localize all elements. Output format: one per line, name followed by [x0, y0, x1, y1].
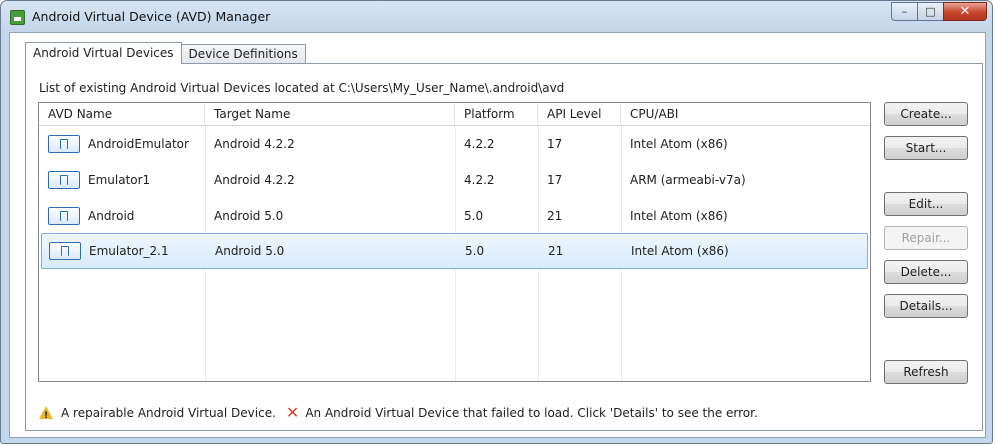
cell-api-level: 21: [547, 209, 563, 223]
avd-manager-app-icon: [10, 10, 25, 25]
avd-manager-window: Android Virtual Device (AVD) Manager – □…: [0, 0, 993, 444]
cell-platform: 4.2.2: [464, 137, 495, 151]
avd-device-icon: [49, 242, 81, 260]
warning-icon: [39, 406, 53, 425]
close-icon: ✕: [959, 4, 971, 19]
maximize-icon: □: [925, 5, 936, 18]
maximize-button[interactable]: □: [917, 2, 943, 21]
column-header-target-name[interactable]: Target Name: [205, 103, 455, 125]
cell-cpu-abi: Intel Atom (x86): [630, 209, 728, 223]
start-button[interactable]: Start...: [884, 136, 968, 160]
column-header-api-level[interactable]: API Level: [538, 103, 621, 125]
details-button[interactable]: Details...: [884, 294, 968, 318]
column-header-avd-name[interactable]: AVD Name: [39, 103, 205, 125]
avd-location-label: List of existing Android Virtual Devices…: [39, 81, 565, 95]
cell-avd-name: AndroidEmulator: [88, 137, 189, 151]
create-button[interactable]: Create...: [884, 102, 968, 126]
column-header-platform[interactable]: Platform: [455, 103, 538, 125]
cell-cpu-abi: ARM (armeabi-v7a): [630, 173, 746, 187]
error-x-icon: ✕: [285, 403, 300, 422]
table-header: AVD Name Target Name Platform API Level …: [39, 103, 870, 126]
window-title: Android Virtual Device (AVD) Manager: [32, 9, 271, 24]
table-row-selected[interactable]: Emulator_2.1 Android 5.0 5.0 21 Intel At…: [41, 233, 868, 269]
cell-avd-name: Android: [88, 209, 135, 223]
table-row[interactable]: AndroidEmulator Android 4.2.2 4.2.2 17 I…: [39, 126, 870, 162]
avd-device-icon: [48, 171, 80, 189]
cell-avd-name: Emulator1: [88, 173, 151, 187]
tab-device-definitions[interactable]: Device Definitions: [180, 44, 306, 64]
avd-device-icon: [48, 135, 80, 153]
cell-platform: 5.0: [464, 209, 484, 223]
cell-api-level: 17: [547, 137, 563, 151]
minimize-icon: –: [901, 5, 908, 18]
tab-strip: Android Virtual Devices Device Definitio…: [25, 42, 306, 64]
minimize-button[interactable]: –: [891, 2, 917, 21]
cell-api-level: 17: [547, 173, 563, 187]
legend-repairable-text: A repairable Android Virtual Device.: [61, 406, 276, 420]
avd-device-icon: [48, 207, 80, 225]
column-header-cpu-abi[interactable]: CPU/ABI: [621, 103, 870, 125]
refresh-button[interactable]: Refresh: [884, 360, 968, 384]
status-legend: A repairable Android Virtual Device. ✕ An …: [39, 403, 758, 425]
close-button[interactable]: ✕: [943, 2, 987, 21]
cell-target-name: Android 5.0: [215, 244, 285, 258]
avd-table[interactable]: AVD Name Target Name Platform API Level …: [38, 102, 871, 382]
cell-target-name: Android 4.2.2: [214, 173, 295, 187]
cell-cpu-abi: Intel Atom (x86): [630, 137, 728, 151]
cell-platform: 4.2.2: [464, 173, 495, 187]
title-bar[interactable]: Android Virtual Device (AVD) Manager – □…: [1, 1, 992, 33]
window-controls: – □ ✕: [891, 2, 987, 22]
tab-android-virtual-devices[interactable]: Android Virtual Devices: [25, 42, 182, 64]
window-client-area: Android Virtual Devices Device Definitio…: [9, 32, 986, 438]
table-row[interactable]: Emulator1 Android 4.2.2 4.2.2 17 ARM (ar…: [39, 162, 870, 198]
legend-failed-text: An Android Virtual Device that failed to…: [305, 406, 758, 420]
cell-target-name: Android 4.2.2: [214, 137, 295, 151]
delete-button[interactable]: Delete...: [884, 260, 968, 284]
repair-button[interactable]: Repair...: [884, 226, 968, 250]
cell-api-level: 21: [548, 244, 564, 258]
edit-button[interactable]: Edit...: [884, 192, 968, 216]
cell-target-name: Android 5.0: [214, 209, 284, 223]
cell-platform: 5.0: [465, 244, 485, 258]
cell-avd-name: Emulator_2.1: [89, 244, 169, 258]
table-row[interactable]: Android Android 5.0 5.0 21 Intel Atom (x…: [39, 198, 870, 234]
cell-cpu-abi: Intel Atom (x86): [631, 244, 729, 258]
avd-tab-panel: List of existing Android Virtual Devices…: [25, 63, 983, 431]
